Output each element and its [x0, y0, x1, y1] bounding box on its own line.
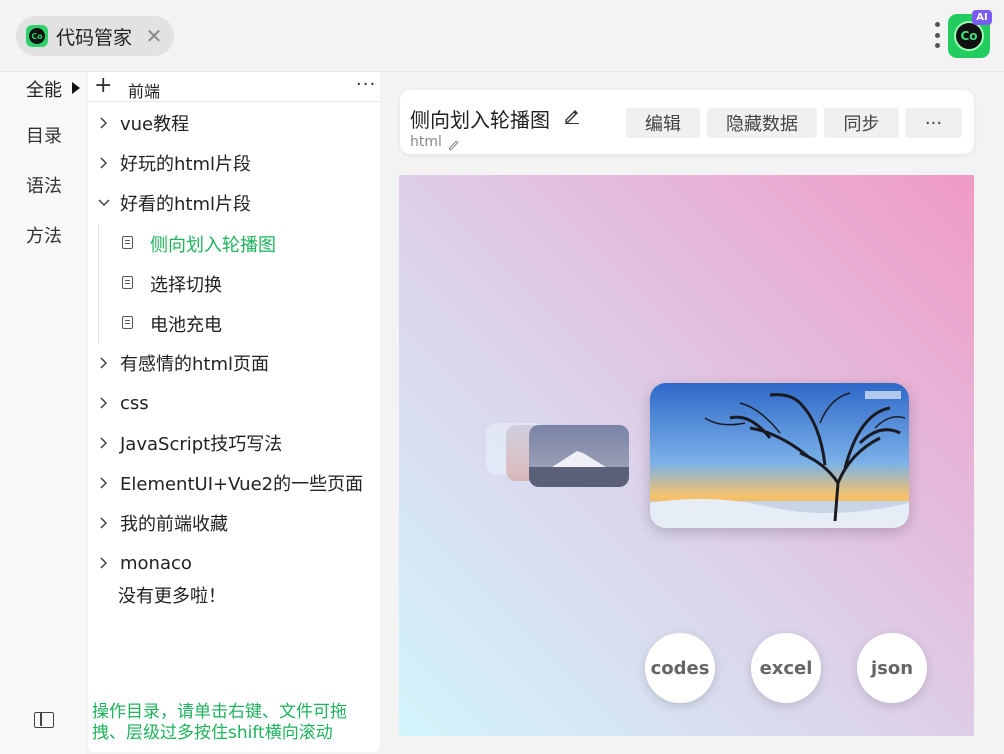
tree-hint-text: 操作目录，请单击右键、文件可拖拽、层级过多按住shift横向滚动 [92, 702, 347, 743]
rail-item-all[interactable]: 全能 [0, 72, 86, 102]
rail-item-syntax[interactable]: 语法 [26, 172, 62, 198]
edit-title-icon[interactable] [564, 108, 580, 128]
rail-item-catalog[interactable]: 目录 [26, 122, 62, 148]
tree-node[interactable]: 有感情的html页面 [88, 343, 380, 383]
tree-node-label: css [120, 392, 149, 414]
left-rail: 全能 目录 语法 方法 [0, 72, 86, 754]
chevron-right-icon [88, 117, 120, 129]
tree-leaf-label: 选择切换 [150, 275, 222, 296]
tree-node[interactable]: vue教程 [88, 103, 380, 143]
tree-leaf[interactable]: 选择切换 [88, 263, 380, 303]
json-button[interactable]: json [857, 633, 927, 703]
more-actions-button[interactable]: ··· [905, 108, 962, 138]
excel-button[interactable]: excel [751, 633, 821, 703]
document-icon [122, 236, 133, 249]
snippet-title: 侧向划入轮播图 [410, 108, 550, 132]
tree-end-message: 没有更多啦！ [118, 586, 226, 607]
chevron-right-icon [88, 437, 120, 449]
sidebar-toggle-icon[interactable] [34, 712, 54, 728]
more-vertical-icon[interactable] [930, 20, 944, 50]
carousel-slide-main[interactable] [650, 383, 909, 528]
app-tab[interactable]: Co 代码管家 ✕ [16, 16, 175, 56]
document-icon [122, 276, 133, 289]
chevron-right-icon [88, 157, 120, 169]
tree-node[interactable]: monaco [88, 543, 380, 583]
document-icon [122, 316, 133, 329]
chevron-right-icon [88, 397, 120, 409]
caret-right-icon [72, 82, 80, 94]
tree-node-expanded[interactable]: 好看的html片段 [88, 183, 380, 223]
tree-header: + 前端 ··· [88, 72, 380, 102]
sync-button[interactable]: 同步 [824, 108, 899, 138]
tree-root-name: 前端 [128, 82, 161, 101]
tree-leaf[interactable]: 电池充电 [88, 303, 380, 343]
chevron-right-icon [88, 557, 120, 569]
tree-leaf-label: 电池充电 [150, 315, 222, 336]
snippet-language: html [410, 134, 442, 150]
rail-item-methods[interactable]: 方法 [26, 222, 62, 248]
app-tab-title: 代码管家 [56, 26, 133, 49]
edit-button[interactable]: 编辑 [626, 108, 700, 138]
brand-logo-text: Co [954, 21, 984, 51]
more-icon[interactable]: ··· [356, 74, 376, 95]
chevron-down-icon [88, 199, 120, 207]
tree-node-label: JavaScript技巧写法 [120, 434, 283, 455]
add-icon[interactable]: + [94, 75, 112, 97]
tree-node[interactable]: JavaScript技巧写法 [88, 423, 380, 463]
tree-node[interactable]: css [88, 383, 380, 423]
tree-node-label: 我的前端收藏 [120, 514, 228, 535]
tree-node[interactable]: 好玩的html片段 [88, 143, 380, 183]
html-preview: codes excel json [399, 175, 974, 736]
tree-node-label: vue教程 [120, 114, 190, 135]
tree-node-label: monaco [120, 552, 192, 574]
chevron-right-icon [88, 517, 120, 529]
file-tree-panel: + 前端 ··· vue教程 好玩的html片段 好看的html片段 侧向划入轮… [88, 72, 380, 752]
title-bar: Co 代码管家 ✕ Co AI [0, 0, 1004, 72]
codes-button[interactable]: codes [645, 633, 715, 703]
tree-node[interactable]: 我的前端收藏 [88, 503, 380, 543]
edit-language-icon[interactable] [448, 136, 460, 155]
close-icon[interactable]: ✕ [144, 24, 164, 48]
hide-data-button[interactable]: 隐藏数据 [707, 108, 817, 138]
tree-leaf-active[interactable]: 侧向划入轮播图 [88, 223, 380, 263]
tree-node-label: 有感情的html页面 [120, 354, 270, 375]
tree-node[interactable]: ElementUI+Vue2的一些页面 [88, 463, 380, 503]
app-logo-icon: Co [26, 25, 48, 47]
tree-node-label: ElementUI+Vue2的一些页面 [120, 474, 364, 495]
tree-leaf-label: 侧向划入轮播图 [150, 235, 276, 256]
carousel-thumb[interactable] [529, 425, 629, 487]
ai-badge: AI [972, 10, 992, 25]
tree-node-label: 好玩的html片段 [120, 154, 252, 175]
chevron-right-icon [88, 357, 120, 369]
tree-node-label: 好看的html片段 [120, 194, 252, 215]
snippet-header-card: 侧向划入轮播图 html 编辑 隐藏数据 同步 ··· [400, 90, 974, 154]
chevron-right-icon [88, 477, 120, 489]
rail-item-label: 全能 [26, 80, 62, 101]
